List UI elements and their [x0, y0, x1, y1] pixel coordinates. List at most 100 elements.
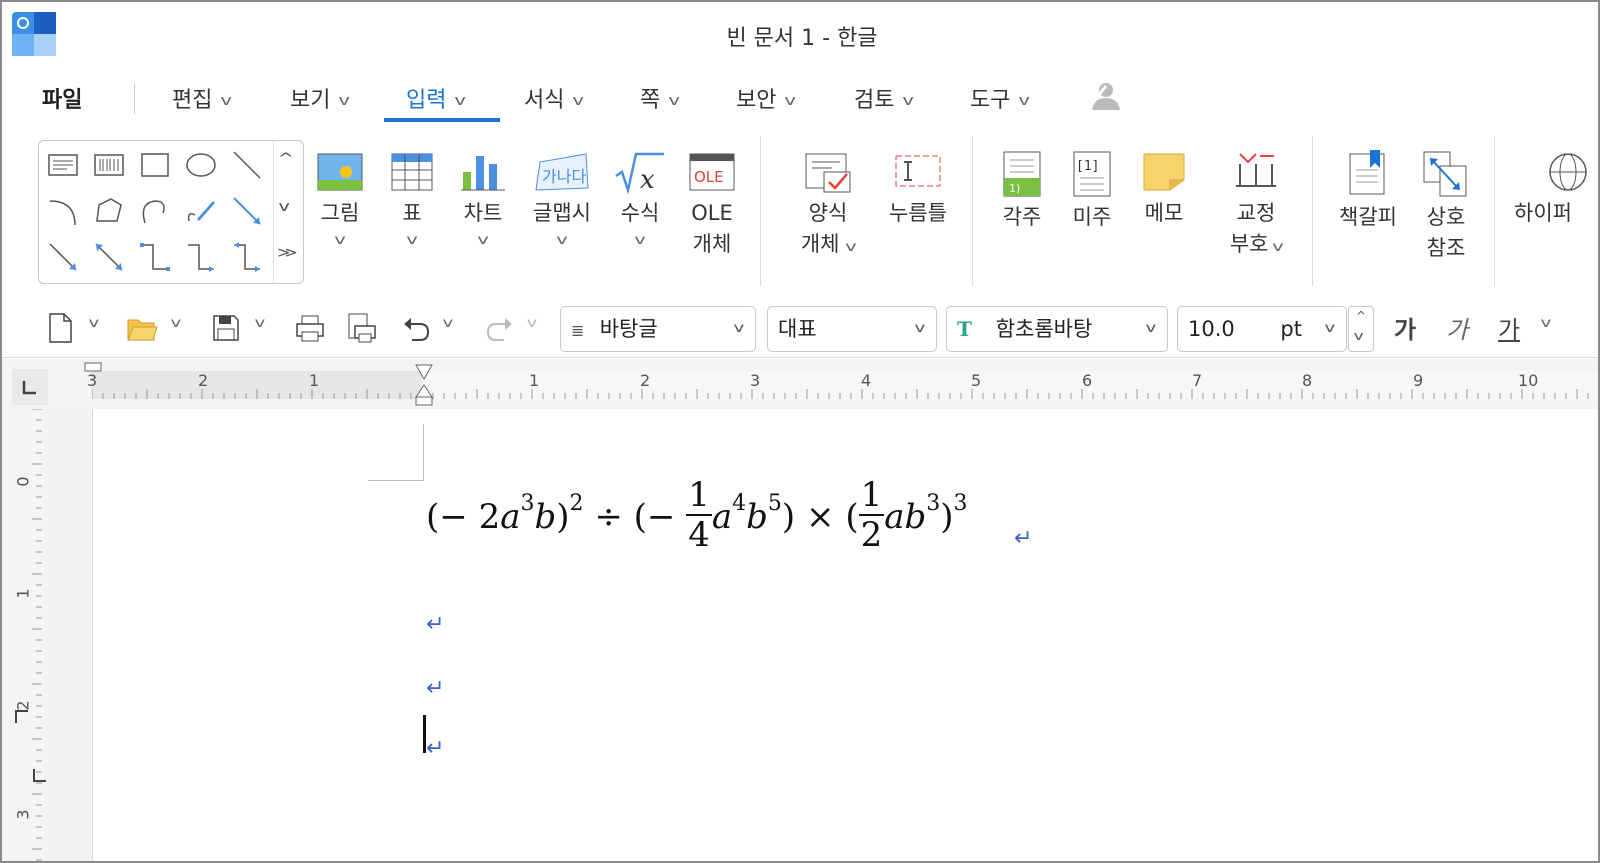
collaboration-icon[interactable]	[1086, 80, 1122, 112]
insert-table-button[interactable]: 표 v	[386, 140, 438, 253]
insert-equation-button[interactable]: x 수식 v	[612, 140, 668, 253]
curve-icon[interactable]	[137, 193, 173, 229]
equation-variable: ab	[884, 497, 927, 537]
horizontal-ruler[interactable]: 3 2 1 1 2 3 4 5 6 7 8 9 10	[2, 359, 1598, 409]
connector-icon[interactable]	[137, 239, 173, 275]
document-page[interactable]	[92, 409, 1598, 861]
left-indent-marker[interactable]	[84, 361, 102, 375]
menu-divider	[134, 84, 135, 114]
top-margin-marker[interactable]	[12, 707, 32, 727]
insert-memo-button[interactable]: 메모	[1138, 140, 1190, 229]
chevron-down-icon[interactable]: v	[1540, 316, 1551, 331]
bottom-margin-marker[interactable]	[30, 765, 50, 785]
tab-format[interactable]: 서식 v	[524, 82, 585, 114]
tab-page[interactable]: 쪽v	[640, 82, 680, 114]
language-select[interactable]: 대표 v	[767, 306, 937, 352]
tab-label: 쪽	[640, 88, 661, 113]
expand-gallery-icon[interactable]: ≫	[277, 245, 298, 261]
new-document-icon[interactable]	[44, 312, 76, 344]
chevron-down-icon[interactable]: v	[254, 316, 265, 331]
ellipse-icon[interactable]	[183, 147, 219, 183]
underline-button[interactable]: 가	[1498, 310, 1520, 345]
insert-hyperlink-button[interactable]: 하이퍼	[1514, 140, 1598, 229]
tab-security[interactable]: 보안 v	[736, 82, 796, 114]
paragraph-style-select[interactable]: ≣ 바탕글 v	[560, 306, 756, 352]
chart-icon	[461, 156, 505, 191]
globe-icon	[1549, 153, 1587, 191]
equation-paren: (−	[633, 497, 676, 537]
elbow-arrow-connector-icon[interactable]	[229, 239, 265, 275]
tab-label: 보기	[290, 88, 331, 113]
ruler-number: 3	[13, 809, 33, 820]
tab-review[interactable]: 검토 v	[854, 82, 914, 114]
chevron-down-icon: v	[733, 321, 745, 336]
polygon-icon[interactable]	[91, 193, 127, 229]
arc-icon[interactable]	[45, 193, 81, 229]
ribbon-label: 하이퍼	[1514, 201, 1572, 225]
insert-form-object-button[interactable]: 양식 개체 v	[792, 140, 864, 263]
app-window: 빈 문서 1 - 한글 파일 편집 v 보기 v 입력 v 서식 v 쪽v 보안 v 검토…	[0, 0, 1600, 863]
ribbon-label: 그림	[320, 201, 360, 225]
font-select[interactable]: T 함초롬바탕 v	[946, 306, 1168, 352]
shapes-scroll: ^ v ≫	[273, 141, 303, 283]
cross-reference-button[interactable]: 상호 참조	[1416, 140, 1476, 264]
tab-label: 도구	[970, 88, 1011, 113]
decrease-size-icon[interactable]: v	[1354, 329, 1364, 343]
textbox-icon[interactable]	[45, 147, 81, 183]
paragraph-mark: ↵	[426, 736, 445, 761]
increase-size-icon[interactable]: ^	[1356, 309, 1366, 323]
text-cursor	[423, 715, 426, 753]
chevron-down-icon[interactable]: v	[526, 316, 537, 331]
vertical-ruler[interactable]: 0 1 2 3	[2, 409, 50, 861]
tab-edit[interactable]: 편집 v	[172, 82, 232, 114]
line-icon[interactable]	[229, 147, 265, 183]
insert-wordart-button[interactable]: 가나다 글맵시 v	[526, 140, 598, 253]
insert-chart-button[interactable]: 차트 v	[457, 140, 509, 253]
insert-field-button[interactable]: 누름틀	[882, 140, 954, 229]
insert-ole-object-button[interactable]: OLE OLE 개체	[684, 140, 740, 260]
insert-endnote-button[interactable]: [1] 미주	[1066, 140, 1118, 233]
ruler-ticks	[92, 389, 1589, 399]
proofreading-marks-button[interactable]: 교정 부호 v	[1220, 140, 1292, 263]
rectangle-icon[interactable]	[137, 147, 173, 183]
insert-footnote-button[interactable]: 1) 각주	[996, 140, 1048, 233]
chevron-down-icon[interactable]: v	[442, 316, 453, 331]
italic-button[interactable]: 가	[1446, 310, 1468, 345]
equation-exponent: 5	[767, 490, 782, 516]
redo-icon[interactable]	[484, 312, 516, 344]
equation-object[interactable]: (− 2a3b)2 ÷ (− 1 4 a4b5) × (1 2 ab3)3	[426, 476, 968, 570]
scroll-up-icon[interactable]: ^	[278, 151, 294, 167]
print-icon[interactable]	[294, 312, 326, 344]
equation-variable: a	[500, 497, 521, 537]
tab-insert[interactable]: 입력 v	[406, 82, 466, 114]
format-toolbar: v v v v v ≣ 바탕글 v 대표 v T 함초롬바탕 v 10.0 pt…	[2, 300, 1598, 358]
insert-picture-button[interactable]: 그림 v	[314, 140, 366, 253]
chevron-down-icon: v	[1145, 321, 1157, 336]
undo-icon[interactable]	[400, 312, 432, 344]
pen-icon[interactable]	[183, 193, 219, 229]
tab-view[interactable]: 보기 v	[290, 82, 350, 114]
indent-hourglass-marker[interactable]	[414, 361, 434, 407]
ruler-number: 2	[640, 371, 651, 390]
equation-exponent: 3	[926, 490, 941, 516]
chevron-down-icon: v	[406, 233, 418, 248]
tab-type-selector[interactable]	[12, 369, 48, 405]
arrow-line-icon[interactable]	[229, 193, 265, 229]
chevron-down-icon[interactable]: v	[170, 316, 181, 331]
insert-bookmark-button[interactable]: 책갈피	[1332, 140, 1404, 233]
tab-tools[interactable]: 도구 v	[970, 82, 1030, 114]
chevron-down-icon[interactable]: v	[88, 316, 99, 331]
save-icon[interactable]	[210, 312, 242, 344]
elbow-connector-icon[interactable]	[183, 239, 219, 275]
bold-button[interactable]: 가	[1394, 310, 1416, 345]
font-size-select[interactable]: 10.0 pt v	[1177, 306, 1347, 352]
double-arrow-icon[interactable]	[91, 239, 127, 275]
chevron-down-icon: v	[572, 93, 585, 109]
arrow-diagonal-icon[interactable]	[45, 239, 81, 275]
open-folder-icon[interactable]	[126, 312, 158, 344]
scroll-down-icon[interactable]: v	[278, 199, 290, 215]
ribbon-label: 표	[402, 201, 422, 225]
print-preview-icon[interactable]	[345, 312, 377, 344]
barcode-icon[interactable]	[91, 147, 127, 183]
menu-file[interactable]: 파일	[42, 82, 82, 114]
